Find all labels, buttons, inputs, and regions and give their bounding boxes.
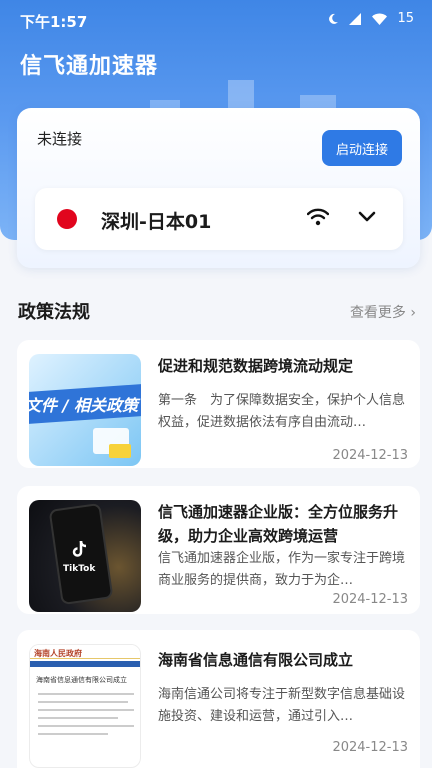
news-thumbnail-document: 海南人民政府 海南省信息通信有限公司成立 bbox=[29, 644, 141, 768]
connection-status: 未连接 bbox=[37, 130, 83, 148]
tiktok-logo-icon bbox=[72, 540, 87, 557]
app-title: 信飞通加速器 bbox=[20, 54, 159, 79]
view-more-label: 查看更多 bbox=[349, 305, 406, 321]
news-date: 2024-12-13 bbox=[332, 448, 408, 463]
news-description: 海南信通公司将专注于新型数字信息基础设施投资、建设和运营，通过引入… bbox=[158, 687, 406, 724]
battery-level: 15 bbox=[397, 11, 414, 26]
news-thumbnail-tiktok: TikTok bbox=[29, 500, 141, 612]
moon-icon bbox=[329, 13, 339, 24]
chevron-down-icon[interactable] bbox=[357, 210, 377, 224]
thumb-caption: 海南省信息通信有限公司成立 bbox=[36, 676, 127, 684]
news-item[interactable]: 海南人民政府 海南省信息通信有限公司成立 海南省信息通信有限公司成立 海南信通公… bbox=[17, 630, 420, 768]
news-item[interactable]: TikTok 信飞通加速器企业版：全方位服务升级，助力企业高效跨境运营 信飞通加… bbox=[17, 486, 420, 614]
news-description: 信飞通加速器企业版，作为一家专注于跨境商业服务的提供商，致力于为企… bbox=[158, 551, 406, 588]
server-selector[interactable]: 深圳-日本01 bbox=[35, 188, 403, 250]
japan-flag-icon bbox=[57, 209, 77, 229]
wifi-signal-icon bbox=[307, 208, 329, 226]
status-bar: 下午1:57 15 bbox=[0, 0, 432, 40]
news-date: 2024-12-13 bbox=[332, 740, 408, 755]
chevron-right-icon: › bbox=[410, 305, 416, 321]
thumb-caption: TikTok bbox=[63, 564, 96, 574]
view-more-link[interactable]: 查看更多 › bbox=[350, 302, 416, 322]
news-description: 第一条 为了保障数据安全，保护个人信息权益，促进数据依法有序自由流动… bbox=[158, 393, 406, 430]
status-time: 下午1:57 bbox=[20, 13, 88, 31]
signal-icon bbox=[349, 12, 362, 25]
start-connection-button[interactable]: 启动连接 bbox=[322, 130, 402, 166]
news-title: 海南省信息通信有限公司成立 bbox=[158, 651, 354, 669]
server-name: 深圳-日本01 bbox=[101, 211, 212, 233]
thumb-caption: 文件 / 相关政策 bbox=[29, 396, 138, 415]
news-title: 促进和规范数据跨境流动规定 bbox=[158, 357, 354, 375]
wifi-status-icon bbox=[372, 13, 388, 25]
news-item[interactable]: 文件 / 相关政策 促进和规范数据跨境流动规定 第一条 为了保障数据安全，保护个… bbox=[17, 340, 420, 468]
section-title: 政策法规 bbox=[18, 302, 90, 323]
status-icons: 15 bbox=[327, 11, 414, 26]
news-title: 信飞通加速器企业版：全方位服务升级，助力企业高效跨境运营 bbox=[158, 503, 399, 545]
news-date: 2024-12-13 bbox=[332, 592, 408, 607]
news-thumbnail-policy: 文件 / 相关政策 bbox=[29, 354, 141, 466]
connection-card: 未连接 启动连接 深圳-日本01 bbox=[17, 108, 420, 268]
